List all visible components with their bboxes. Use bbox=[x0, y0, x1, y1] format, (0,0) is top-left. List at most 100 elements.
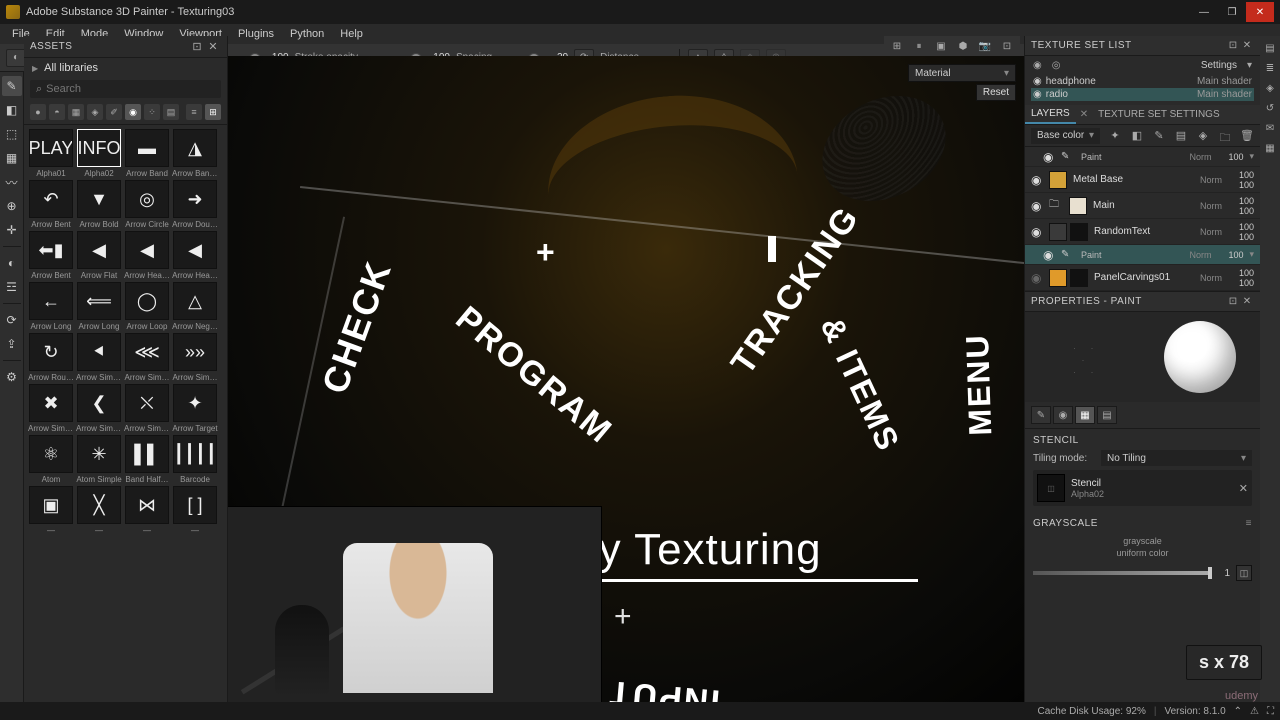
library-dropdown[interactable]: All libraries bbox=[24, 58, 227, 78]
layer-paint-effect[interactable]: ◉ ✎ Paint Norm 100 ▾ bbox=[1025, 147, 1260, 167]
quick-mask-icon[interactable]: ◐ bbox=[2, 253, 22, 273]
layer-opacity-2[interactable]: 100 bbox=[1228, 206, 1254, 216]
asset-cell[interactable]: ⬅▮Arrow Bent bbox=[28, 231, 74, 280]
viewport-3d[interactable]: Material Reset + CHECK PROGRAM TRACKING … bbox=[228, 56, 1024, 702]
layer-opacity[interactable]: 100 bbox=[1217, 250, 1243, 260]
props-popout-icon[interactable]: ⊡ bbox=[1226, 296, 1240, 307]
tsl-close-icon[interactable]: ✕ bbox=[1240, 40, 1254, 51]
filter-alphas-icon[interactable]: ◉ bbox=[125, 104, 141, 120]
layer-name[interactable]: Metal Base bbox=[1073, 174, 1194, 185]
delete-layer-icon[interactable]: 🗑 bbox=[1240, 129, 1254, 143]
tsl-vis-icon[interactable]: ◉ bbox=[1033, 89, 1042, 100]
tab-layers[interactable]: LAYERS bbox=[1025, 105, 1076, 124]
layer-name[interactable]: Paint bbox=[1081, 152, 1183, 162]
layer-opacity-2[interactable]: 100 bbox=[1228, 278, 1254, 288]
layer-name[interactable]: PanelCarvings01 bbox=[1094, 272, 1194, 283]
add-group-icon[interactable]: 🗀 bbox=[1218, 129, 1232, 143]
layer-opacity[interactable]: 100 bbox=[1228, 268, 1254, 278]
filter-textures-icon[interactable]: ▦ bbox=[68, 104, 84, 120]
material-channel-dropdown[interactable]: Material bbox=[908, 64, 1016, 82]
render-icon[interactable]: ⬢ bbox=[954, 38, 972, 54]
layer-opacity[interactable]: 100 bbox=[1228, 222, 1254, 232]
asset-cell[interactable]: INFOAlpha02 bbox=[76, 129, 122, 178]
visibility-icon[interactable]: ◉ bbox=[1031, 271, 1043, 285]
layer-main-folder[interactable]: ◉ 🗀 Main Norm 100100 bbox=[1025, 193, 1260, 219]
tab-texture-set-settings[interactable]: TEXTURE SET SETTINGS bbox=[1092, 105, 1226, 124]
tsl-shader[interactable]: Main shader bbox=[1197, 76, 1252, 87]
channel-dropdown[interactable]: Base color bbox=[1031, 128, 1100, 144]
tsl-settings-chevron-icon[interactable]: ▾ bbox=[1247, 60, 1252, 71]
status-fullscreen-icon[interactable]: ⛶ bbox=[1267, 706, 1274, 717]
filter-materials-icon[interactable]: ● bbox=[30, 104, 46, 120]
resource-updater-icon[interactable]: ⟳ bbox=[2, 310, 22, 330]
tsl-shader[interactable]: Main shader bbox=[1197, 89, 1252, 100]
asset-cell[interactable]: ↻Arrow Rou… bbox=[28, 333, 74, 382]
tsl-popout-icon[interactable]: ⊡ bbox=[1226, 40, 1240, 51]
filter-filters-icon[interactable]: ◈ bbox=[87, 104, 103, 120]
asset-cell[interactable]: ➜Arrow Dou… bbox=[172, 180, 218, 229]
menu-python[interactable]: Python bbox=[282, 28, 332, 40]
asset-cell[interactable]: ✦Arrow Target bbox=[172, 384, 218, 433]
blend-mode[interactable]: Norm bbox=[1200, 175, 1222, 185]
asset-cell[interactable]: ◎Arrow Circle bbox=[124, 180, 170, 229]
tiling-mode-dropdown[interactable]: No Tiling bbox=[1101, 450, 1252, 466]
asset-cell[interactable]: △Arrow Neg… bbox=[172, 282, 218, 331]
brush-preset-icon[interactable]: ◐ bbox=[6, 49, 26, 67]
tsl-settings-label[interactable]: Settings bbox=[1201, 60, 1237, 71]
tab-layers-close-icon[interactable]: ✕ bbox=[1076, 109, 1092, 120]
asset-cell[interactable]: ◀Arrow Flat bbox=[76, 231, 122, 280]
camera-icon[interactable]: ▣ bbox=[932, 38, 950, 54]
asset-cell[interactable]: ✖Arrow Simple bbox=[28, 384, 74, 433]
stencil-clear-icon[interactable]: ✕ bbox=[1239, 482, 1248, 495]
close-button[interactable]: ✕ bbox=[1246, 2, 1274, 22]
smudge-tool-icon[interactable]: 〰 bbox=[2, 172, 22, 192]
stencil-settings-icon[interactable]: ▦ bbox=[1075, 406, 1095, 424]
status-expand-icon[interactable]: ⌃ bbox=[1234, 706, 1242, 717]
asset-cell[interactable]: ┃┃┃┃Barcode bbox=[172, 435, 218, 484]
asset-cell[interactable]: ◀Arrow Hea… bbox=[172, 231, 218, 280]
asset-cell[interactable]: ⚛Atom bbox=[28, 435, 74, 484]
asset-cell[interactable]: ▌▌Band Half… bbox=[124, 435, 170, 484]
asset-cell[interactable]: »»Arrow Sim… bbox=[172, 333, 218, 382]
asset-cell[interactable]: ◀Arrow Hea… bbox=[124, 231, 170, 280]
view-grid-icon[interactable]: ⊞ bbox=[205, 104, 221, 120]
layer-random-text[interactable]: ◉ RandomText Norm 100100 bbox=[1025, 219, 1260, 245]
asset-cell[interactable]: ⋘Arrow Sim… bbox=[124, 333, 170, 382]
rail-layers-icon[interactable]: ≣ bbox=[1262, 60, 1278, 76]
grayscale-value[interactable]: 1 bbox=[1216, 568, 1230, 579]
reset-button[interactable]: Reset bbox=[976, 84, 1016, 101]
asset-cell[interactable]: ←Arrow Long bbox=[28, 282, 74, 331]
search-input[interactable] bbox=[46, 83, 215, 95]
filter-brushes-icon[interactable]: ✐ bbox=[106, 104, 122, 120]
iray-icon[interactable]: 📷 bbox=[976, 38, 994, 54]
asset-cell[interactable]: ◯Arrow Loop bbox=[124, 282, 170, 331]
asset-search[interactable]: ⌕ bbox=[30, 80, 221, 98]
blend-mode[interactable]: Norm bbox=[1189, 250, 1211, 260]
asset-cell[interactable]: ▬Arrow Band bbox=[124, 129, 170, 178]
asset-cell[interactable]: ↶Arrow Bent bbox=[28, 180, 74, 229]
props-close-icon[interactable]: ✕ bbox=[1240, 296, 1254, 307]
asset-cell[interactable]: ⋈— bbox=[124, 486, 170, 535]
visibility-icon[interactable]: ◉ bbox=[1031, 199, 1043, 213]
asset-cell[interactable]: ▼Arrow Bold bbox=[76, 180, 122, 229]
visibility-icon[interactable]: ◉ bbox=[1043, 248, 1055, 262]
rail-properties-icon[interactable]: ◈ bbox=[1262, 80, 1278, 96]
minimize-button[interactable]: — bbox=[1190, 2, 1218, 22]
display-icon[interactable]: ⊡ bbox=[998, 38, 1016, 54]
layer-mask-swatch[interactable] bbox=[1070, 269, 1088, 287]
blend-mode[interactable]: Norm bbox=[1200, 201, 1222, 211]
settings-icon[interactable]: ⚙ bbox=[2, 367, 22, 387]
tsl-solo-icon[interactable]: ◎ bbox=[1052, 60, 1061, 71]
opacity-chevron-icon[interactable]: ▾ bbox=[1249, 151, 1254, 162]
asset-cell[interactable]: ▣— bbox=[28, 486, 74, 535]
blend-mode[interactable]: Norm bbox=[1200, 273, 1222, 283]
opacity-chevron-icon[interactable]: ▾ bbox=[1249, 249, 1254, 260]
layer-paint-effect-selected[interactable]: ◉ ✎ Paint Norm 100 ▾ bbox=[1025, 245, 1260, 265]
layer-metal-base[interactable]: ◉ Metal Base Norm 100100 bbox=[1025, 167, 1260, 193]
rail-texture-set-icon[interactable]: ▤ bbox=[1262, 40, 1278, 56]
send-to-icon[interactable]: ⇪ bbox=[2, 334, 22, 354]
visibility-icon[interactable]: ◉ bbox=[1031, 225, 1043, 239]
asset-cell[interactable]: ❮Arrow Simple bbox=[76, 384, 122, 433]
add-effect-icon[interactable]: ✦ bbox=[1108, 129, 1122, 143]
assets-pin-icon[interactable]: ⊡ bbox=[189, 40, 205, 53]
